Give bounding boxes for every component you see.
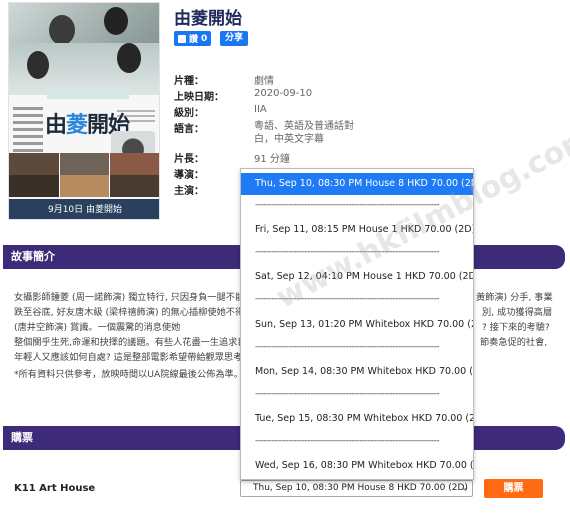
session-select[interactable]: Thu, Sep 10, 08:30 PM House 8 HKD 70.00 … [240, 480, 473, 497]
synopsis-line: (唐井空飾演) 賞識。一個震驚的消息使她 [14, 322, 181, 333]
option-separator: ----------------------------------------… [255, 389, 440, 399]
session-option[interactable]: Fri, Sep 11, 08:15 PM House 1 HKD 70.00 … [241, 219, 473, 241]
info-value: 91 分鐘 [254, 154, 290, 165]
session-option[interactable]: Sun, Sep 13, 01:20 PM Whitebox HKD 70.00… [241, 314, 473, 336]
session-option[interactable]: Wed, Sep 16, 08:30 PM Whitebox HKD 70.00… [241, 455, 473, 477]
info-value: 劇情 [254, 76, 274, 87]
like-label: 讚 [189, 35, 199, 45]
session-option[interactable]: Mon, Sep 14, 08:30 PM Whitebox HKD 70.00… [241, 361, 473, 383]
chevron-down-icon: ⌄ [460, 483, 468, 493]
option-separator: ----------------------------------------… [255, 294, 440, 304]
session-option[interactable]: Thu, Sep 10, 08:30 PM House 8 HKD 70.00 … [241, 173, 473, 195]
like-count: 0 [201, 33, 208, 44]
info-value: 2020-09-10 [254, 88, 313, 99]
synopsis-line: 別, 成功獲得高層 [482, 307, 553, 318]
option-separator: ----------------------------------------… [255, 200, 440, 210]
info-label: 上映日期： [174, 92, 224, 103]
buy-ticket-button[interactable]: 購票 [484, 479, 543, 498]
poster-scene-middle [9, 43, 159, 95]
disclaimer-note: *所有資料只供參考，放映時間以UA院線最後公佈為準。 [14, 369, 243, 380]
facebook-share-button[interactable]: 分享 [220, 31, 249, 46]
synopsis-line: 女攝影師鍾菱 (周一諾飾演) 獨立特行, 只因身負一腿不能 [14, 292, 245, 303]
facebook-like-button[interactable]: 讚 0 [174, 31, 212, 46]
movie-title: 由菱開始 [174, 9, 242, 29]
option-separator: ----------------------------------------… [255, 436, 440, 446]
synopsis-line: 黃飾演) 分手, 事業 [476, 292, 553, 303]
poster-credits [13, 103, 43, 156]
cinema-house-label: K11 Art House [14, 483, 96, 494]
synopsis-line: 年輕人又應該如何自處? 這是整部電影希望帶給觀眾思考 [14, 352, 243, 363]
info-label: 片長： [174, 154, 204, 165]
info-label: 導演： [174, 170, 204, 181]
session-select-value: Thu, Sep 10, 08:30 PM House 8 HKD 70.00 … [253, 483, 468, 493]
session-dropdown-list[interactable]: Thu, Sep 10, 08:30 PM House 8 HKD 70.00 … [240, 168, 474, 480]
info-value: IIA [254, 104, 267, 115]
session-option[interactable]: Sat, Sep 12, 04:10 PM House 1 HKD 70.00 … [241, 266, 473, 288]
poster-figure [117, 43, 141, 73]
info-label: 級別： [174, 108, 204, 119]
poster-figure [104, 7, 128, 35]
poster-tagline-strip [47, 89, 129, 99]
info-value: 粵語、英語及普通話對白，中英文字幕 [254, 121, 354, 145]
session-option[interactable]: Tue, Sep 15, 08:30 PM Whitebox HKD 70.00… [241, 408, 473, 430]
poster-figure [49, 15, 75, 45]
info-label: 片種： [174, 76, 204, 87]
synopsis-line: 節奏急促的社會, [480, 337, 548, 348]
poster-scene-strip [9, 175, 159, 197]
poster-release-date: 9月10日 由菱開始 [9, 199, 159, 219]
thumbs-up-icon [178, 34, 186, 43]
poster-figure [27, 51, 49, 79]
info-label: 語言： [174, 124, 204, 135]
option-separator: ----------------------------------------… [255, 342, 440, 352]
synopsis-line: ? 接下來的考驗? [482, 322, 550, 333]
option-separator: ----------------------------------------… [255, 247, 440, 257]
synopsis-line: 跌至谷底, 好友唐木級 (梁梓禧飾演) 的無心插柳使她不得 [14, 307, 245, 318]
synopsis-line: 整個關乎生死,命運和抉擇的議題。有些人花盡一生追求目 [14, 337, 247, 348]
movie-poster: 由菱開始 9月10日 由菱開始 [8, 2, 160, 220]
info-label: 主演： [174, 186, 204, 197]
